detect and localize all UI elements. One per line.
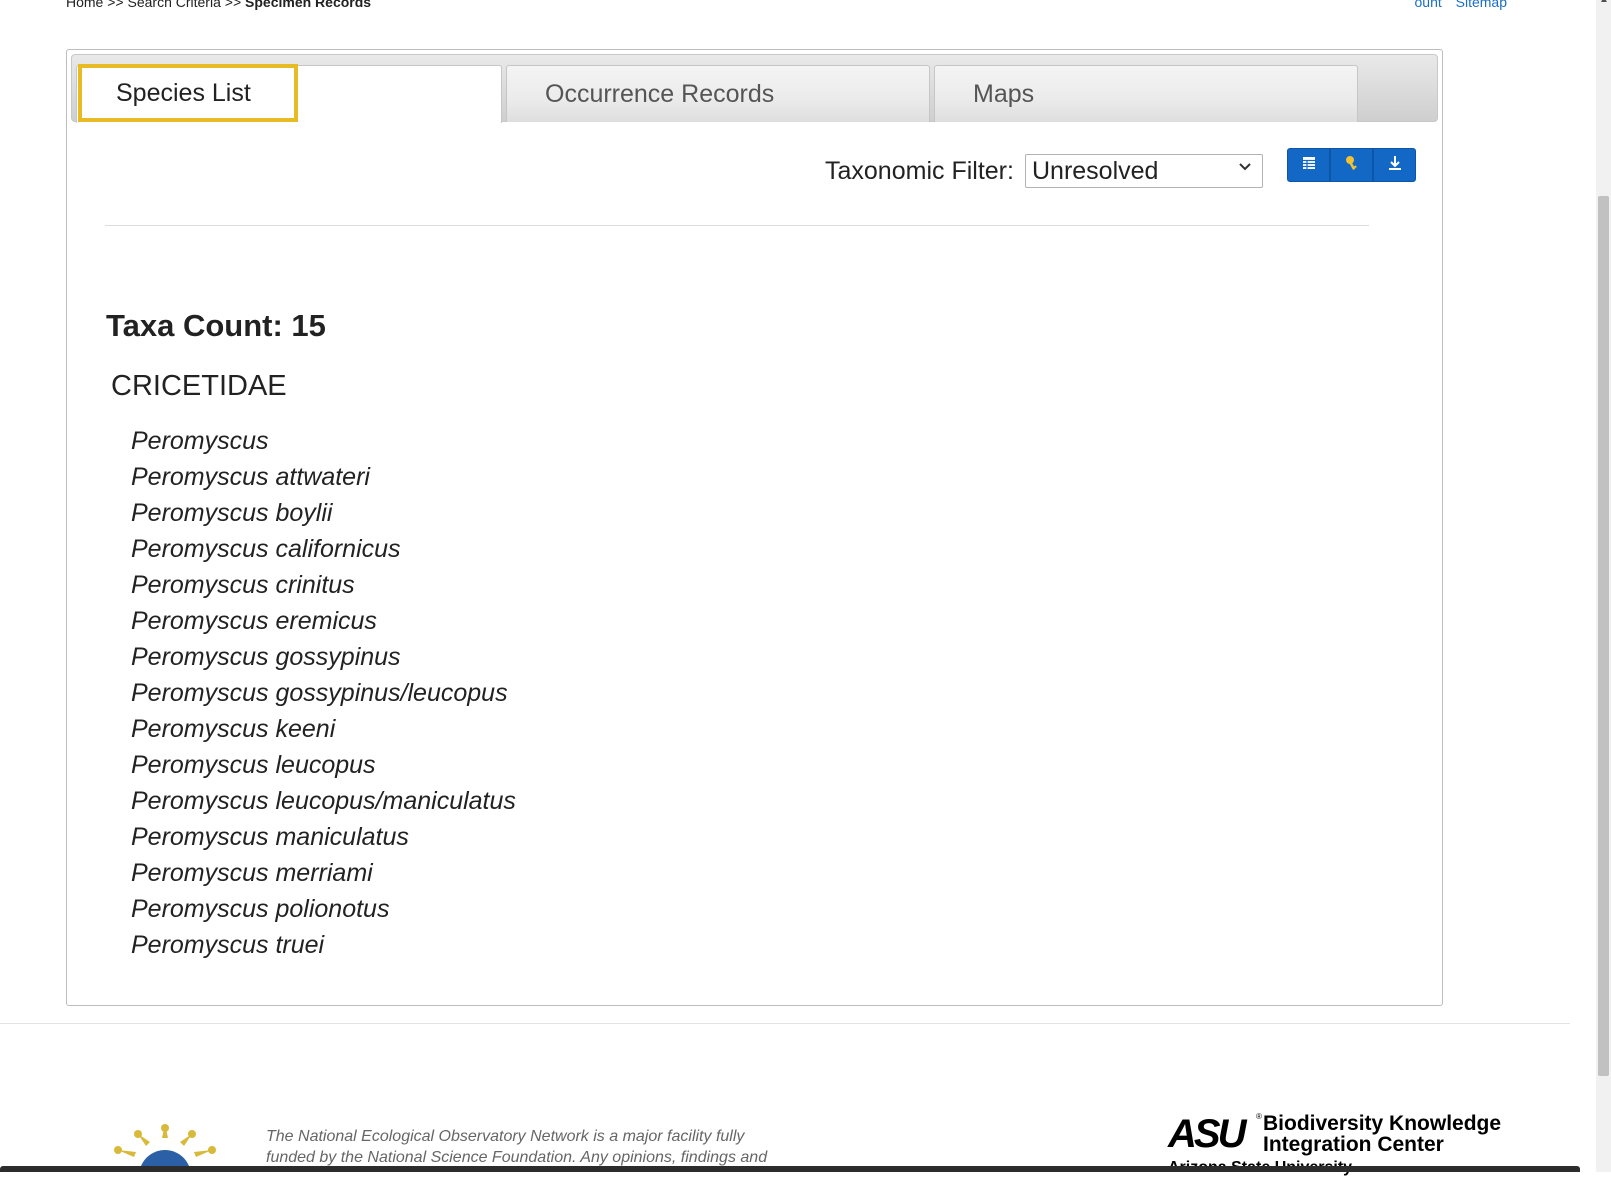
toolbar-buttons [1287,148,1416,182]
asu-center-name: Biodiversity Knowledge Integration Cente… [1263,1112,1502,1156]
tab-maps[interactable]: Maps [934,65,1358,122]
download-icon [1386,154,1404,177]
species-item[interactable]: Peromyscus attwateri [131,459,516,495]
breadcrumb-separator: >> [224,0,242,10]
table-view-button[interactable] [1287,148,1330,182]
species-item[interactable]: Peromyscus leucopus/maniculatus [131,783,516,819]
neon-logo [106,1124,224,1177]
filter-selected-value: Unresolved [1032,157,1159,185]
account-link[interactable]: ount [1415,0,1442,10]
table-icon [1300,154,1318,177]
breadcrumb-separator: >> [107,0,124,10]
species-item[interactable]: Peromyscus boylii [131,495,516,531]
species-item[interactable]: Peromyscus gossypinus [131,639,516,675]
species-item[interactable]: Peromyscus crinitus [131,567,516,603]
taxonomic-filter-label: Taxonomic Filter: [825,157,1014,185]
asu-bkic-logo[interactable]: ASU ® Biodiversity Knowledge Integration… [1168,1110,1508,1176]
species-item[interactable]: Peromyscus truei [131,927,516,963]
taxonomic-filter-select[interactable]: Unresolved [1025,154,1263,188]
scroll-up-icon[interactable]: ▲ [1599,0,1609,5]
registered-icon: ® [1256,1112,1262,1121]
species-list: Peromyscus Peromyscus attwateri Peromysc… [131,423,516,963]
species-item[interactable]: Peromyscus eremicus [131,603,516,639]
tab-label: Species List [116,79,251,107]
species-item[interactable]: Peromyscus polionotus [131,891,516,927]
download-button[interactable] [1373,148,1416,182]
species-item[interactable]: Peromyscus keeni [131,711,516,747]
sitemap-link[interactable]: Sitemap [1456,0,1507,10]
scrollbar-thumb[interactable] [1598,196,1609,1076]
key-icon [1343,154,1361,177]
species-item[interactable]: Peromyscus leucopus [131,747,516,783]
tab-species-list[interactable]: Species List [76,65,502,123]
tab-occurrence-records[interactable]: Occurrence Records [506,65,930,122]
family-heading: CRICETIDAE [111,370,287,402]
breadcrumb-current: Specimen Records [245,0,372,10]
key-button[interactable] [1330,148,1373,182]
species-item[interactable]: Peromyscus gossypinus/leucopus [131,675,516,711]
breadcrumb-search[interactable]: Search Criteria [128,0,221,10]
breadcrumb: Home >> Search Criteria >> Specimen Reco… [66,0,371,10]
records-panel: Occurrence Records Maps Species List Tax… [66,49,1443,1006]
breadcrumb-home[interactable]: Home [66,0,103,10]
footer-disclaimer: The National Ecological Observatory Netw… [266,1128,768,1166]
species-item[interactable]: Peromyscus californicus [131,531,516,567]
tab-label: Maps [973,80,1035,108]
top-links: ount Sitemap [1415,0,1508,10]
species-item[interactable]: Peromyscus merriami [131,855,516,891]
species-item[interactable]: Peromyscus maniculatus [131,819,516,855]
tab-bar: Occurrence Records Maps Species List [71,54,1438,123]
tab-label: Occurrence Records [545,80,775,108]
asu-mark: ASU [1168,1112,1246,1156]
content-divider [105,225,1369,226]
bottom-bar [0,1166,1580,1172]
taxa-count: Taxa Count: 15 [106,308,326,343]
footer-separator [0,1023,1570,1024]
chevron-down-icon [1238,159,1252,177]
species-item[interactable]: Peromyscus [131,423,516,459]
